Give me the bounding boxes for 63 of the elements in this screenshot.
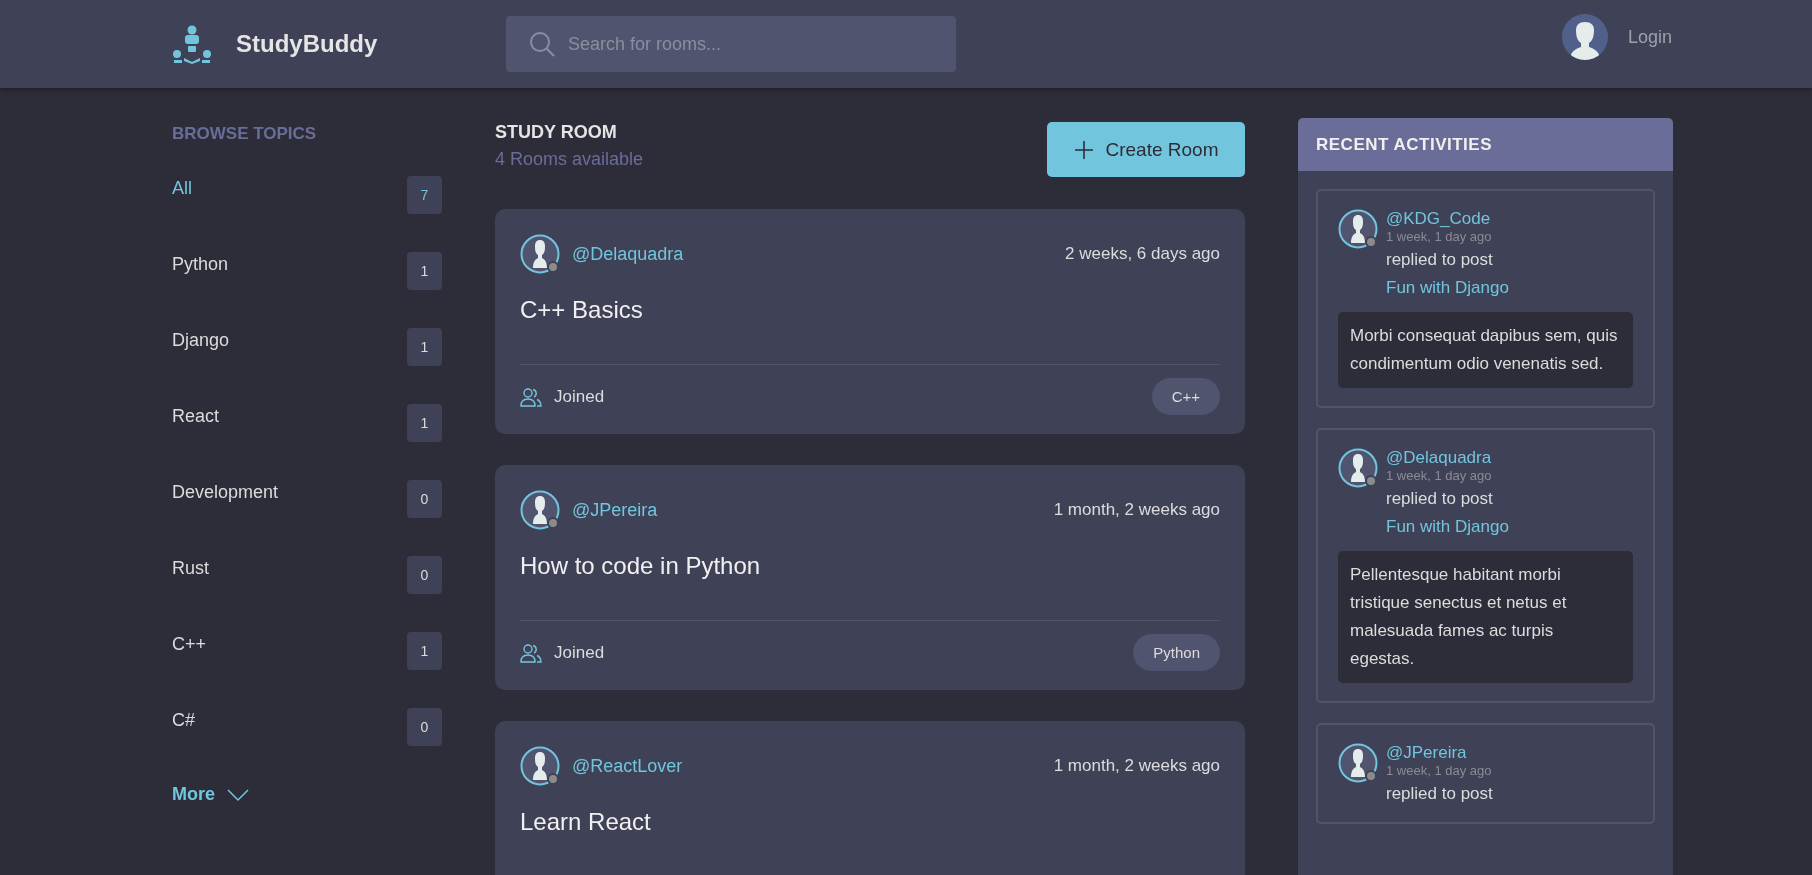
room-host-link[interactable]: @Delaquadra [572, 243, 684, 265]
topic-tag[interactable]: C++ [1151, 378, 1220, 415]
topic-count: 0 [407, 556, 442, 594]
activity-room-link[interactable]: Fun with Django [1386, 517, 1509, 537]
joined-status: Joined [520, 641, 605, 664]
activity-time: 1 week, 1 day ago [1386, 468, 1493, 483]
search-field[interactable]: Search for rooms... [506, 16, 956, 72]
logo-icon [172, 24, 212, 64]
activity-action: replied to post [1386, 250, 1494, 270]
avatar-icon [520, 234, 560, 274]
study-room-heading: STUDY ROOM [495, 122, 618, 143]
room-time: 1 month, 2 weeks ago [1053, 756, 1220, 776]
login-link[interactable]: Login [1627, 26, 1672, 48]
topic-count: 7 [407, 176, 442, 214]
topic-count: 0 [407, 708, 442, 746]
topic-item[interactable]: Python 1 [172, 254, 442, 330]
more-link[interactable]: More [172, 784, 249, 805]
topic-tag[interactable]: Python [1133, 634, 1220, 671]
activity-action: replied to post [1386, 784, 1493, 804]
recent-activities-heading: RECENT ACTIVITIES [1298, 118, 1673, 171]
topic-item[interactable]: React 1 [172, 406, 442, 482]
topic-item[interactable]: C# 0 [172, 710, 442, 786]
room-time: 2 weeks, 6 days ago [1065, 244, 1220, 264]
room-host-link[interactable]: @JPereira [572, 499, 658, 521]
user-avatar-icon[interactable] [1561, 14, 1608, 60]
activity-user-link[interactable]: @Delaquadra [1386, 448, 1509, 468]
chevron-down-icon [227, 787, 249, 802]
activity-message: Pellentesque habitant morbi tristique senectus et netus et malesuada fames ac turpis egestas. [1338, 551, 1633, 683]
topic-count: 0 [407, 480, 442, 518]
topic-count: 1 [407, 252, 442, 290]
topic-count: 1 [407, 404, 442, 442]
topic-count: 1 [407, 328, 442, 366]
activity-user-link[interactable]: @KDG_Code [1386, 209, 1509, 229]
activity-user-link[interactable]: @JPereira [1386, 743, 1493, 763]
activity-room-link[interactable]: Fun with Django [1386, 278, 1509, 298]
people-icon [520, 641, 542, 664]
room-time: 1 month, 2 weeks ago [1053, 500, 1220, 520]
joined-status: Joined [520, 385, 605, 408]
plus-icon [1073, 139, 1094, 160]
logo-text[interactable]: StudyBuddy [236, 30, 378, 58]
activity-time: 1 week, 1 day ago [1386, 229, 1493, 244]
avatar-icon [1338, 209, 1378, 249]
topic-item[interactable]: Development 0 [172, 482, 442, 558]
avatar-icon [520, 746, 560, 786]
topic-item[interactable]: C++ 1 [172, 634, 442, 710]
rooms-count: 4 Rooms available [495, 149, 644, 170]
topic-item[interactable]: Rust 0 [172, 558, 442, 634]
avatar-icon [1338, 743, 1378, 783]
room-title[interactable]: Learn React [520, 808, 1220, 836]
topic-item[interactable]: All 7 [172, 178, 442, 254]
avatar-icon [520, 490, 560, 530]
room-title[interactable]: How to code in Python [520, 552, 1220, 580]
room-host-link[interactable]: @ReactLover [572, 755, 683, 777]
activity-action: replied to post [1386, 489, 1494, 509]
topic-item[interactable]: Django 1 [172, 330, 442, 406]
activity-message: Morbi consequat dapibus sem, quis condimentum odio venenatis sed. [1338, 312, 1633, 388]
room-title[interactable]: C++ Basics [520, 296, 1220, 324]
topic-count: 1 [407, 632, 442, 670]
avatar-icon [1338, 448, 1378, 488]
create-room-button[interactable]: Create Room [1047, 122, 1245, 177]
people-icon [520, 385, 542, 408]
activity-time: 1 week, 1 day ago [1386, 763, 1493, 778]
browse-topics-heading: BROWSE TOPICS [172, 124, 318, 144]
